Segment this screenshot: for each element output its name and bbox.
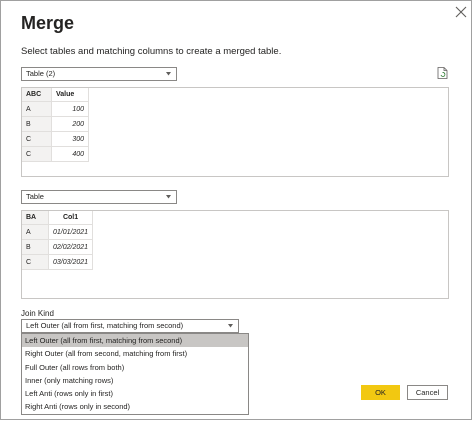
- table-cell: C: [22, 131, 52, 147]
- chevron-down-icon: [228, 324, 233, 328]
- table-cell: 400: [51, 146, 89, 162]
- column-header-col1[interactable]: Col1: [48, 211, 94, 225]
- join-option-left-outer[interactable]: Left Outer (all from first, matching fro…: [22, 334, 248, 348]
- cancel-button[interactable]: Cancel: [407, 385, 448, 400]
- file-refresh-icon: [437, 67, 448, 79]
- join-option-right-outer[interactable]: Right Outer (all from second, matching f…: [22, 347, 248, 360]
- join-kind-select[interactable]: Left Outer (all from first, matching fro…: [21, 319, 239, 333]
- table-cell: A: [22, 101, 52, 117]
- table-cell: B: [22, 239, 49, 255]
- table-row: C 03/03/2021: [22, 254, 94, 270]
- table-row: B 02/02/2021: [22, 239, 94, 255]
- join-option-right-anti[interactable]: Right Anti (rows only in second): [22, 400, 248, 413]
- table-header-row: BA Col1: [22, 211, 94, 225]
- column-header-value[interactable]: Value: [51, 88, 89, 102]
- table-row: B 200: [22, 116, 89, 132]
- chevron-down-icon: [166, 195, 171, 199]
- ok-button[interactable]: OK: [361, 385, 400, 400]
- table-cell: A: [22, 224, 49, 240]
- column-header-abc[interactable]: ABC: [22, 88, 52, 102]
- table-cell: B: [22, 116, 52, 132]
- first-table-grid: ABC Value A 100 B 200 C 300 C 400: [22, 88, 89, 162]
- table-cell: C: [22, 146, 52, 162]
- join-kind-options-list: Left Outer (all from first, matching fro…: [21, 333, 249, 415]
- first-table-select[interactable]: Table (2): [21, 67, 177, 81]
- second-table-preview: BA Col1 A 01/01/2021 B 02/02/2021 C 03/0…: [21, 210, 449, 299]
- dialog-title: Merge: [21, 13, 75, 33]
- join-option-left-anti[interactable]: Left Anti (rows only in first): [22, 387, 248, 400]
- close-button[interactable]: [454, 5, 468, 19]
- join-option-full-outer[interactable]: Full Outer (all rows from both): [22, 361, 248, 374]
- chevron-down-icon: [166, 72, 171, 76]
- table-cell: 03/03/2021: [48, 254, 94, 270]
- refresh-preview-button[interactable]: [437, 67, 448, 79]
- table-cell: 02/02/2021: [48, 239, 94, 255]
- table-cell: C: [22, 254, 49, 270]
- column-header-ba[interactable]: BA: [22, 211, 49, 225]
- merge-dialog: Merge Select tables and matching columns…: [0, 0, 472, 420]
- table-cell: 300: [51, 131, 89, 147]
- second-table-select[interactable]: Table: [21, 190, 177, 204]
- second-table-select-value: Table: [26, 192, 44, 201]
- second-table-grid: BA Col1 A 01/01/2021 B 02/02/2021 C 03/0…: [22, 211, 94, 270]
- first-table-select-value: Table (2): [26, 69, 56, 78]
- join-option-inner[interactable]: Inner (only matching rows): [22, 374, 248, 387]
- close-icon: [455, 6, 467, 18]
- table-cell: 200: [51, 116, 89, 132]
- join-kind-label: Join Kind: [21, 309, 54, 318]
- first-table-preview: ABC Value A 100 B 200 C 300 C 400: [21, 87, 449, 177]
- table-header-row: ABC Value: [22, 88, 89, 102]
- table-cell: 100: [51, 101, 89, 117]
- table-row: C 400: [22, 146, 89, 162]
- table-row: A 01/01/2021: [22, 224, 94, 240]
- join-kind-select-value: Left Outer (all from first, matching fro…: [26, 321, 184, 330]
- dialog-subtitle: Select tables and matching columns to cr…: [21, 46, 282, 57]
- table-cell: 01/01/2021: [48, 224, 94, 240]
- table-row: A 100: [22, 101, 89, 117]
- table-row: C 300: [22, 131, 89, 147]
